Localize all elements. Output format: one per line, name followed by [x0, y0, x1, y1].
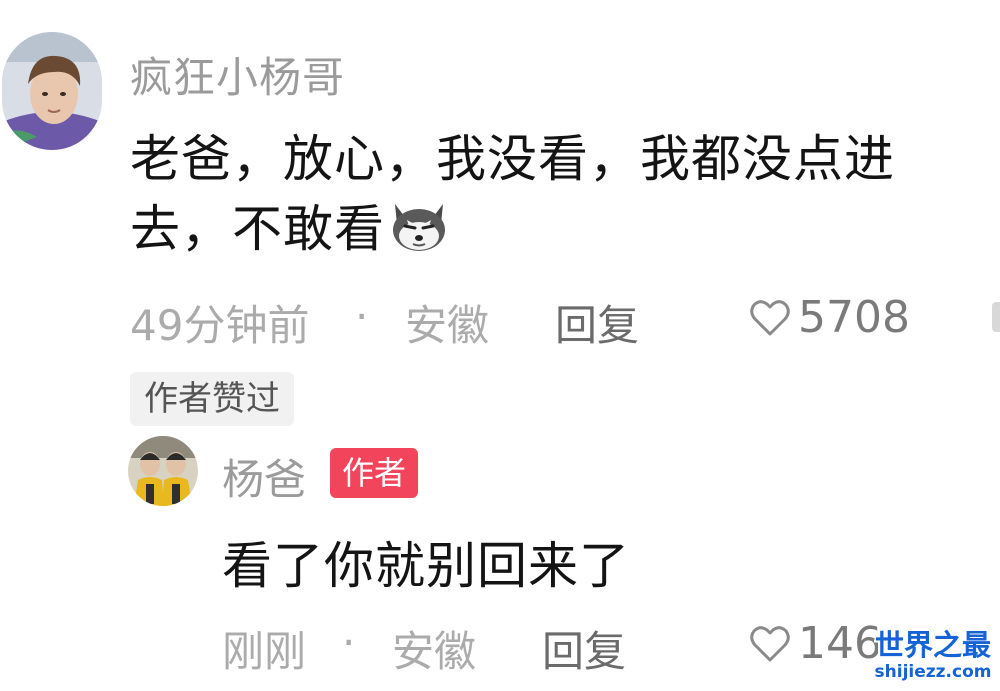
- comment-text-content: 老爸，放心，我没看，我都没点进去，不敢看: [130, 130, 895, 258]
- comment-location: 安徽: [405, 301, 490, 350]
- reply-location: 安徽: [392, 627, 477, 676]
- reply-time: 刚刚: [222, 627, 307, 676]
- reply-username[interactable]: 杨爸: [222, 446, 306, 507]
- like-button[interactable]: 5708: [748, 292, 910, 343]
- comment-thread: 疯狂小杨哥 老爸，放心，我没看，我都没点进去，不敢看 49分钟前 · 安徽 回复…: [0, 0, 1000, 691]
- meta-separator: ·: [355, 292, 369, 341]
- reply-button[interactable]: 回复: [542, 618, 626, 679]
- author-tag: 作者: [330, 448, 419, 498]
- site-watermark: 世界之最 shijiezz.com: [870, 628, 996, 688]
- watermark-title: 世界之最: [874, 628, 991, 662]
- heart-icon: [750, 299, 790, 335]
- comment-text: 老爸，放心，我没看，我都没点进去，不敢看: [130, 124, 980, 264]
- like-button[interactable]: 146: [748, 618, 882, 669]
- author-liked-badge: 作者赞过: [130, 372, 294, 426]
- meta-separator: ·: [342, 618, 356, 667]
- reply-avatar[interactable]: [128, 436, 198, 506]
- scroll-edge: [992, 302, 1000, 332]
- husky-dog-emoji-icon: [387, 198, 451, 254]
- commenter-username[interactable]: 疯狂小杨哥: [130, 44, 345, 105]
- comment-time: 49分钟前: [130, 301, 310, 350]
- heart-icon: [750, 625, 790, 661]
- commenter-avatar[interactable]: [2, 32, 102, 150]
- watermark-url: shijiezz.com: [874, 662, 992, 682]
- reply-text: 看了你就别回来了: [222, 537, 630, 595]
- like-count: 5708: [798, 292, 910, 343]
- reply-button[interactable]: 回复: [555, 292, 639, 353]
